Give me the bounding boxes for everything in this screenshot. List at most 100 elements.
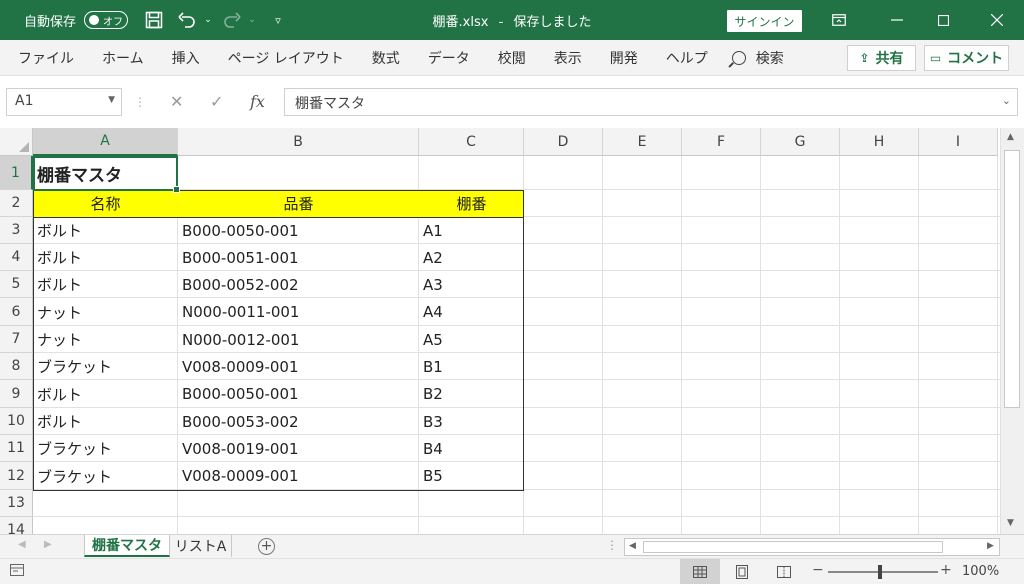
column-header[interactable]: B xyxy=(178,128,419,156)
table-cell[interactable]: A4 xyxy=(419,298,524,326)
undo-dropdown-icon[interactable]: ⌄ xyxy=(196,8,220,32)
table-cell[interactable]: N000-0011-001 xyxy=(178,298,419,326)
row-header[interactable]: 12 xyxy=(0,462,33,490)
tab-data[interactable]: データ xyxy=(414,40,484,76)
table-cell[interactable]: B4 xyxy=(419,435,524,462)
table-cell[interactable]: ナット xyxy=(33,326,178,353)
enter-icon[interactable]: ✓ xyxy=(210,92,223,111)
zoom-slider-track[interactable] xyxy=(828,571,938,573)
tab-file[interactable]: ファイル xyxy=(4,40,88,76)
autosave-toggle[interactable]: オフ xyxy=(84,11,129,29)
next-sheet-icon[interactable]: ▶ xyxy=(44,539,52,550)
row-header[interactable]: 14 xyxy=(0,517,33,534)
table-cell[interactable]: B2 xyxy=(419,380,524,408)
name-box[interactable]: A1 ▼ xyxy=(6,88,122,116)
table-cell[interactable]: ブラケット xyxy=(33,462,178,490)
table-cell[interactable]: ボルト xyxy=(33,217,178,244)
sheet-tab-tanaban-master[interactable]: 棚番マスタ xyxy=(84,535,170,557)
macro-record-icon[interactable] xyxy=(10,564,24,579)
scroll-up-icon[interactable]: ▲ xyxy=(1007,132,1014,142)
column-header[interactable]: C xyxy=(419,128,524,156)
table-cell[interactable]: ブラケット xyxy=(33,353,178,380)
customize-toolbar-icon[interactable]: ▿ xyxy=(266,8,290,32)
comment-button[interactable]: ▭ コメント xyxy=(924,45,1009,71)
horizontal-scroll-thumb[interactable] xyxy=(643,541,943,553)
tab-home[interactable]: ホーム xyxy=(88,40,158,76)
table-cell[interactable]: B000-0050-001 xyxy=(178,380,419,408)
table-cell[interactable]: B000-0050-001 xyxy=(178,217,419,244)
tab-insert[interactable]: 挿入 xyxy=(158,40,214,76)
normal-view-icon[interactable] xyxy=(680,559,720,584)
search-box[interactable]: 検索 xyxy=(731,48,784,68)
tab-help[interactable]: ヘルプ xyxy=(652,40,722,76)
table-cell[interactable]: B000-0052-002 xyxy=(178,271,419,298)
minimize-icon[interactable] xyxy=(874,0,920,40)
row-header[interactable]: 13 xyxy=(0,490,33,517)
zoom-out-button[interactable]: − xyxy=(812,562,824,578)
cancel-icon[interactable]: ✕ xyxy=(170,92,183,111)
cell-a1-title[interactable]: 棚番マスタ xyxy=(33,156,178,190)
maximize-icon[interactable] xyxy=(920,0,966,40)
table-header-cell[interactable]: 棚番 xyxy=(419,190,524,217)
redo-dropdown-icon[interactable]: ⌄ xyxy=(240,8,264,32)
table-cell[interactable]: A3 xyxy=(419,271,524,298)
signin-button[interactable]: サインイン xyxy=(727,10,802,32)
table-cell[interactable]: A5 xyxy=(419,326,524,353)
column-header[interactable]: A xyxy=(33,128,178,156)
column-header[interactable]: F xyxy=(682,128,761,156)
row-header[interactable]: 7 xyxy=(0,326,33,353)
zoom-slider-thumb[interactable] xyxy=(878,565,882,579)
row-header[interactable]: 6 xyxy=(0,298,33,326)
prev-sheet-icon[interactable]: ◀ xyxy=(18,539,26,550)
select-all-button[interactable] xyxy=(0,128,33,156)
table-cell[interactable]: N000-0012-001 xyxy=(178,326,419,353)
table-cell[interactable]: B1 xyxy=(419,353,524,380)
column-header[interactable]: H xyxy=(840,128,919,156)
scroll-down-icon[interactable]: ▼ xyxy=(1007,518,1014,528)
tab-formulas[interactable]: 数式 xyxy=(358,40,414,76)
row-header[interactable]: 1 xyxy=(0,156,33,190)
table-header-cell[interactable]: 名称 xyxy=(33,190,178,217)
table-cell[interactable]: B000-0051-001 xyxy=(178,244,419,271)
table-cell[interactable]: ボルト xyxy=(33,380,178,408)
column-header[interactable]: G xyxy=(761,128,840,156)
table-cell[interactable]: ブラケット xyxy=(33,435,178,462)
save-icon[interactable] xyxy=(142,8,166,32)
formula-input[interactable]: 棚番マスタ ⌄ xyxy=(284,88,1018,116)
column-header[interactable]: E xyxy=(603,128,682,156)
vertical-scroll-thumb[interactable] xyxy=(1004,150,1020,408)
table-cell[interactable]: ボルト xyxy=(33,271,178,298)
table-cell[interactable]: A1 xyxy=(419,217,524,244)
insert-function-icon[interactable]: fx xyxy=(250,92,265,111)
add-sheet-button[interactable]: + xyxy=(258,538,275,555)
page-break-preview-icon[interactable] xyxy=(764,559,804,584)
share-button[interactable]: ⇪ 共有 xyxy=(847,45,916,71)
table-cell[interactable]: B3 xyxy=(419,408,524,435)
tab-review[interactable]: 校閲 xyxy=(484,40,540,76)
table-cell[interactable]: V008-0009-001 xyxy=(178,353,419,380)
page-layout-view-icon[interactable] xyxy=(722,559,762,584)
column-header[interactable]: D xyxy=(524,128,603,156)
table-cell[interactable]: B000-0053-002 xyxy=(178,408,419,435)
sheet-tab-list-a[interactable]: リストA xyxy=(170,535,232,557)
close-icon[interactable] xyxy=(974,0,1020,40)
tab-developer[interactable]: 開発 xyxy=(596,40,652,76)
row-header[interactable]: 10 xyxy=(0,408,33,435)
table-cell[interactable]: B5 xyxy=(419,462,524,490)
zoom-in-button[interactable]: + xyxy=(940,562,952,578)
table-cell[interactable]: V008-0019-001 xyxy=(178,435,419,462)
zoom-level[interactable]: 100% xyxy=(962,564,999,579)
table-header-cell[interactable]: 品番 xyxy=(178,190,419,217)
row-header[interactable]: 2 xyxy=(0,190,33,217)
table-cell[interactable]: ボルト xyxy=(33,408,178,435)
table-cell[interactable]: ボルト xyxy=(33,244,178,271)
vertical-scrollbar[interactable]: ▲ ▼ xyxy=(1000,128,1024,534)
scroll-left-icon[interactable]: ◀ xyxy=(629,541,636,551)
row-header[interactable]: 8 xyxy=(0,353,33,380)
expand-formula-icon[interactable]: ⌄ xyxy=(1002,94,1011,107)
column-header[interactable]: I xyxy=(919,128,998,156)
tab-view[interactable]: 表示 xyxy=(540,40,596,76)
row-header[interactable]: 4 xyxy=(0,244,33,271)
scroll-right-icon[interactable]: ▶ xyxy=(987,541,994,551)
horizontal-scrollbar[interactable]: ◀ ▶ xyxy=(624,538,1000,556)
